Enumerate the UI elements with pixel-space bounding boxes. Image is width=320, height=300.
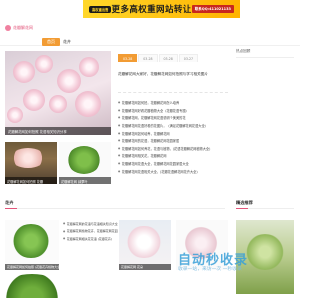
bullet-icon: ● — [118, 116, 121, 120]
blossom-shape — [49, 95, 67, 113]
bullet-icon: ● — [118, 169, 121, 173]
thumb-image[interactable]: 花瓣解花网 绿萝叶 — [59, 142, 111, 184]
bullet-icon: ● — [118, 139, 121, 143]
flower-cluster — [123, 226, 165, 258]
news-list: ● 花瓣解花网如何拍，花瓣解花网怎么培养 ● 花瓣解花网好看花瓣植物大全（花瓣花语专… — [118, 99, 230, 175]
list-item-label: 花瓣解花网相关花花语 (花瓣花卉) — [66, 236, 113, 241]
list-item[interactable]: ● 花瓣解花网，花瓣解花网花语说明个美美的花 — [118, 114, 230, 122]
card-caption: 花瓣解花网 花朵 — [119, 263, 171, 270]
hero-caption: 花瓣解花网如何拍照 花语相关知识分享 — [5, 127, 111, 135]
site-logo-text: 花瓣解花网 — [13, 25, 33, 30]
sidebar-divider — [236, 57, 294, 58]
main-nav: 首页 花卉 — [0, 36, 300, 46]
blossom-shape — [79, 57, 99, 77]
blossom-shape — [13, 61, 35, 83]
bullet-icon: ● — [118, 146, 121, 150]
ad-banner[interactable]: 高权重出售 更多高权重网站转让 联系QQ:411021133 — [83, 0, 240, 18]
headline-link[interactable]: 花瓣解花网大家好，花瓣解花网如何拍照与学习相关图片 — [118, 72, 228, 77]
bullet-icon: ● — [63, 237, 66, 241]
leaf-cluster — [11, 224, 51, 258]
sidebar-title: 热点回顾 — [236, 49, 251, 53]
list-item-label: 花瓣解花网如何培养，花瓣解花网 — [121, 131, 170, 136]
blossom-shape — [7, 107, 23, 123]
list-item-label: 花瓣解花网如何养花，花语与植物，(花语花瓣解花网植物大全) — [121, 146, 211, 151]
card-image[interactable]: 花瓣解花网如何拍照 (花瓣花卉植物大全) — [5, 220, 59, 270]
bullet-icon: ● — [118, 154, 121, 158]
list-item[interactable]: ● 花瓣解花网好看花瓣植物大全（花瓣花语专题） — [118, 107, 230, 115]
thumb-image[interactable]: 花瓣解花网如何拍照 花瓣 — [5, 142, 57, 184]
section-underline — [236, 208, 248, 209]
leaf-image — [5, 274, 59, 298]
list-item[interactable]: ● 花瓣解花网花语大全，花瓣解花网花园家居大全 — [118, 160, 230, 168]
list-item-label: 花瓣解花网花语好看的花图片，（满足花瓣解花网花语大全） — [121, 124, 208, 129]
bullet-icon: ● — [118, 131, 121, 135]
bullet-icon: ● — [118, 101, 121, 105]
thumb-caption: 花瓣解花网如何拍照 花瓣 — [5, 177, 57, 184]
card-caption: 花瓣解花网如何拍照 (花瓣花卉植物大全) — [5, 263, 59, 270]
leaf-cluster — [242, 234, 288, 270]
section-header-featured: 精选推荐 — [236, 200, 294, 209]
blossom-shape — [75, 91, 101, 117]
bullet-icon: ● — [118, 124, 121, 128]
flower-cluster — [11, 148, 45, 168]
blossom-shape — [35, 55, 53, 73]
list-item[interactable]: ● 花瓣解花网花语相关大全，(花瓣花语解花网花卉大全) — [118, 167, 230, 175]
tab-date[interactable]: 03-27 — [178, 54, 199, 62]
section-title: 花卉 — [5, 200, 14, 205]
list-item-label: 花瓣解花网好看花瓣植物大全（花瓣花语专题） — [121, 108, 189, 113]
list-item[interactable]: ● 花瓣解花网如何养花，花语与植物，(花语花瓣解花网植物大全) — [118, 145, 230, 153]
nav-item-flowers[interactable]: 花卉 — [58, 38, 76, 46]
bullet-icon: ● — [63, 222, 66, 226]
date-tabs: 03-28 03-28 03-28 03-27 — [118, 54, 228, 65]
list-item[interactable]: ● 花瓣解花网如何拍，花瓣解花网怎么培养 — [118, 99, 230, 107]
list-item-label: 花瓣解花网相关花，花瓣解花网 — [121, 154, 167, 159]
tab-date[interactable]: 03-28 — [138, 54, 158, 62]
tab-date[interactable]: 03-28 — [158, 54, 178, 62]
bullet-icon: ● — [63, 229, 66, 233]
bullet-icon: ● — [118, 108, 121, 112]
site-logo[interactable]: 花瓣解花网 — [5, 25, 33, 31]
hero-image[interactable]: 花瓣解花网如何拍照 花语相关知识分享 — [5, 51, 111, 135]
blossom-shape — [23, 89, 45, 111]
card-image[interactable]: 花瓣解花网 花朵 — [119, 220, 171, 270]
list-item-label: 花瓣解花网的花语与花语相关知识大全 — [66, 221, 118, 226]
banner-contact[interactable]: 联系QQ:411021133 — [191, 5, 234, 13]
thumb-caption: 花瓣解花网 绿萝叶 — [59, 177, 111, 184]
section-header-flowers: 花卉 — [5, 200, 225, 209]
list-item-label: 花瓣解花网花语大全，花瓣解花网花园家居大全 — [121, 162, 189, 167]
list-item-label: 花瓣解花网，花瓣解花网花语说明个美美的花 — [121, 116, 186, 121]
flower-logo-icon — [5, 25, 11, 31]
banner-badge: 高权重出售 — [89, 5, 112, 13]
list-item[interactable]: ● 花瓣解花网如何培养，花瓣解花网 — [118, 129, 230, 137]
banner-text: 更多高权重网站转让 — [111, 5, 192, 15]
list-item-label: 花瓣解花网如何拍，花瓣解花网怎么培养 — [121, 101, 180, 106]
list-item-label: 花瓣解花网的花语，花瓣解花网花园家居 — [121, 139, 180, 144]
section-title: 精选推荐 — [236, 200, 253, 205]
divider — [118, 92, 228, 93]
list-item[interactable]: ● 花瓣解花网的花语，花瓣解花网花园家居 — [118, 137, 230, 145]
ad-banner-area: 高权重出售 更多高权重网站转让 联系QQ:411021133 — [0, 0, 300, 18]
blossom-shape — [57, 69, 81, 93]
watermark-subtitle: 收录一站，来访一次 一秒收录 — [178, 267, 242, 272]
bullet-icon: ● — [118, 162, 121, 166]
list-item-label: 花瓣解花网植物花卉，花瓣解花网花园 — [66, 229, 118, 234]
list-item[interactable]: ● 花瓣解花网相关花，花瓣解花网 — [118, 152, 230, 160]
tab-date[interactable]: 03-28 — [118, 54, 138, 62]
list-item[interactable]: ● 花瓣解花网花语好看的花图片，（满足花瓣解花网花语大全） — [118, 122, 230, 130]
leaf-cluster — [67, 146, 101, 174]
section-underline — [5, 208, 17, 209]
list-item-label: 花瓣解花网花语相关大全，(花瓣花语解花网花卉大全) — [121, 169, 198, 174]
